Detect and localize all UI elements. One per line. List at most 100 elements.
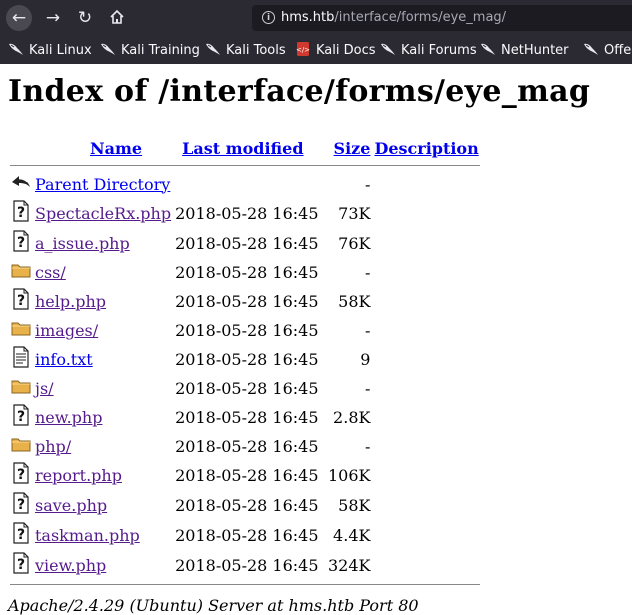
site-info-icon[interactable]: i [262, 11, 275, 24]
sort-by-name-link[interactable]: Name [90, 139, 142, 158]
size-cell: - [365, 262, 371, 282]
file-link[interactable]: help.php [35, 292, 106, 311]
name-cell: js/ [34, 375, 172, 401]
home-button[interactable] [104, 5, 130, 31]
row-icon-cell [10, 259, 32, 285]
bookmark-item[interactable]: Kali Training [100, 41, 200, 59]
bookmark-label: Kali Tools [226, 43, 286, 58]
kali-dragon-icon [583, 41, 599, 57]
url-bar[interactable]: i hms.htb/interface/forms/eye_mag/ [252, 5, 632, 31]
last-modified-cell: 2018-05-28 16:45 [175, 349, 319, 369]
row-icon-cell: ? [10, 403, 32, 431]
url-host: hms.htb [281, 10, 335, 25]
file-link[interactable]: js/ [35, 379, 54, 398]
sort-by-description-link[interactable]: Description [374, 139, 478, 158]
svg-text:?: ? [17, 557, 25, 573]
size-cell: - [365, 436, 371, 456]
last-modified-cell: 2018-05-28 16:45 [175, 495, 319, 515]
file-link[interactable]: php/ [35, 437, 71, 456]
svg-text:?: ? [17, 235, 25, 251]
sort-by-size-link[interactable]: Size [334, 139, 371, 158]
size-cell: 106K [327, 465, 371, 485]
file-link[interactable]: taskman.php [35, 526, 140, 545]
kali-dragon-icon [8, 41, 24, 57]
svg-text:?: ? [17, 527, 25, 543]
last-modified-cell: 2018-05-28 16:45 [175, 291, 319, 311]
row-icon-cell [10, 317, 32, 343]
size-cell: 58K [338, 495, 371, 515]
forward-button[interactable]: → [40, 5, 66, 31]
unknown-file-icon: ? [11, 200, 31, 226]
bookmark-item[interactable]: </> Kali Docs [295, 41, 376, 59]
size-cell: 76K [338, 233, 371, 253]
unknown-file-icon: ? [11, 230, 31, 256]
size-cell: - [365, 378, 371, 398]
file-link[interactable]: SpectacleRx.php [35, 204, 171, 223]
row-icon-cell: ? [10, 551, 32, 579]
folder-icon [11, 322, 31, 342]
server-signature: Apache/2.4.29 (Ubuntu) Server at hms.htb… [8, 596, 419, 615]
reload-button[interactable]: ↻ [72, 5, 98, 31]
size-column-header: Size [322, 136, 372, 160]
description-cell [373, 287, 479, 315]
bookmark-label: Kali Linux [29, 43, 92, 58]
bookmark-item[interactable]: Kali Forums [380, 41, 477, 59]
bookmark-label: Kali Docs [316, 43, 376, 58]
row-icon-cell: ? [10, 491, 32, 519]
description-cell [373, 199, 479, 227]
separator-row [10, 162, 480, 169]
unknown-file-icon: ? [11, 462, 31, 488]
bookmark-item[interactable]: Kali Linux [8, 41, 92, 59]
file-link[interactable]: report.php [35, 466, 122, 485]
bookmark-label: NetHunter [501, 43, 569, 58]
last-modified-cell: 2018-05-28 16:45 [175, 465, 319, 485]
file-link[interactable]: images/ [35, 321, 98, 340]
row-icon-cell: ? [10, 287, 32, 315]
table-row: ? new.php 2018-05-28 16:45 2.8K [10, 403, 480, 431]
last-modified-cell [174, 171, 319, 197]
file-link[interactable]: view.php [35, 556, 106, 575]
file-link[interactable]: save.php [35, 496, 107, 515]
table-row: ? taskman.php 2018-05-28 16:45 4.4K [10, 521, 480, 549]
file-link[interactable]: info.txt [35, 350, 93, 369]
description-cell [373, 403, 479, 431]
description-cell [373, 433, 479, 459]
file-link[interactable]: a_issue.php [35, 234, 130, 253]
unknown-file-icon: ? [11, 288, 31, 314]
svg-text:?: ? [17, 205, 25, 221]
kali-dragon-icon [380, 41, 396, 57]
text-file-icon [11, 346, 31, 372]
name-cell: info.txt [34, 345, 172, 373]
reload-icon: ↻ [77, 8, 93, 28]
bookmark-label: Offensive Security [604, 43, 632, 58]
bookmark-item[interactable]: NetHunter [480, 41, 569, 59]
browser-chrome: ← → ↻ i hms.htb/interface/forms/eye_mag/ … [0, 0, 632, 64]
description-cell [373, 317, 479, 343]
bookmark-item[interactable]: Offensive Security [583, 41, 632, 59]
unknown-file-icon: ? [11, 404, 31, 430]
separator-row [10, 581, 480, 588]
row-icon-cell [10, 345, 32, 373]
sort-by-last-modified-link[interactable]: Last modified [182, 139, 303, 158]
folder-icon [11, 380, 31, 400]
back-button[interactable]: ← [6, 5, 32, 31]
description-column-header: Description [373, 136, 479, 160]
table-row: css/2018-05-28 16:45 - [10, 259, 480, 285]
navigation-toolbar: ← → ↻ i hms.htb/interface/forms/eye_mag/ [0, 0, 632, 34]
icon-column-header [10, 136, 32, 160]
bookmark-label: Kali Training [121, 43, 200, 58]
kali-dragon-icon [480, 41, 496, 57]
name-column-header: Name [34, 136, 172, 160]
last-modified-cell: 2018-05-28 16:45 [175, 320, 319, 340]
file-link[interactable]: css/ [35, 263, 66, 282]
size-cell: - [365, 174, 371, 194]
last-modified-cell: 2018-05-28 16:45 [175, 203, 319, 223]
last-modified-column-header: Last modified [174, 136, 319, 160]
file-link[interactable]: Parent Directory [35, 175, 170, 194]
description-cell [373, 345, 479, 373]
size-cell: 2.8K [333, 407, 371, 427]
bookmark-item[interactable]: Kali Tools [205, 41, 286, 59]
row-icon-cell: ? [10, 229, 32, 257]
file-link[interactable]: new.php [35, 408, 102, 427]
name-cell: css/ [34, 259, 172, 285]
